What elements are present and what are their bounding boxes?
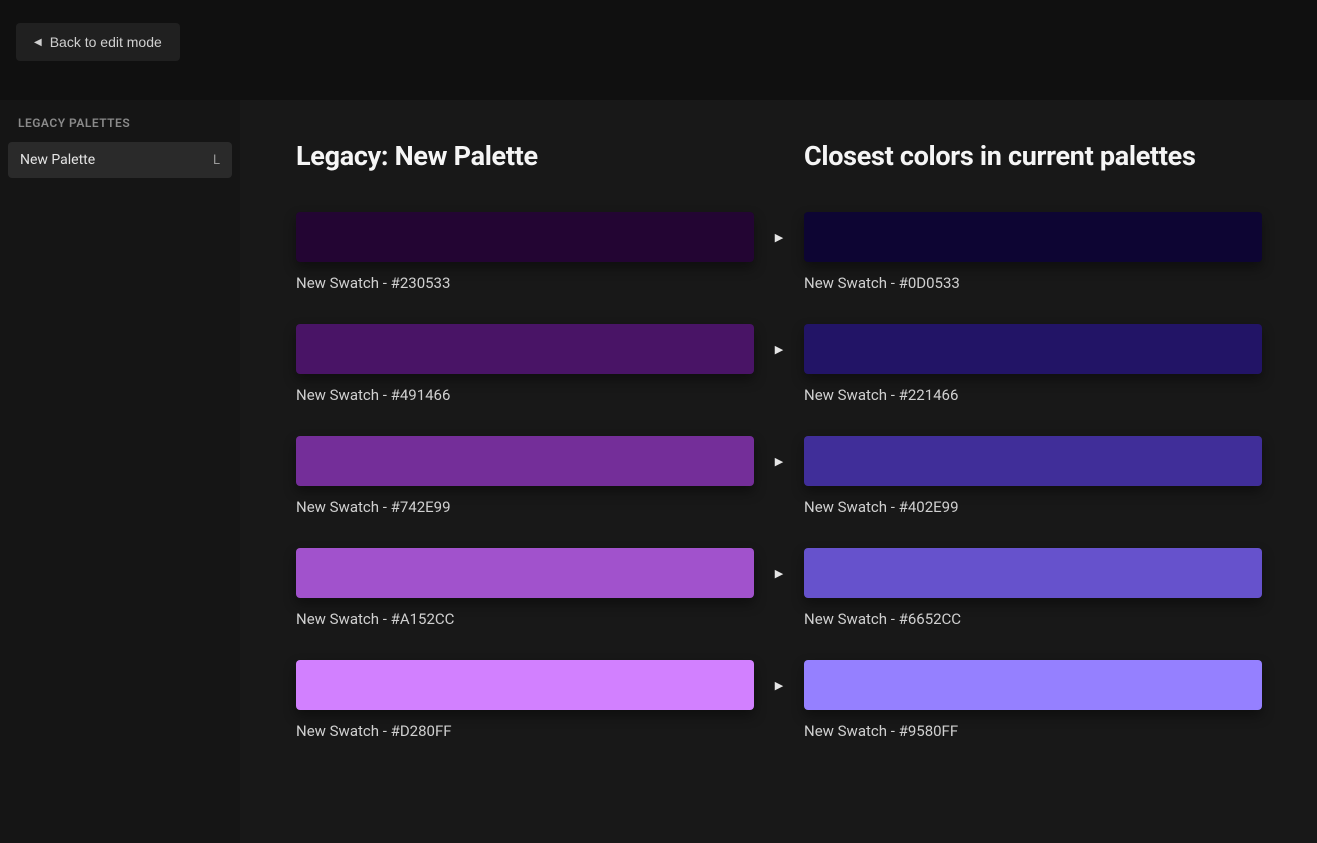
swatch-color[interactable] <box>296 660 754 710</box>
sidebar-heading: LEGACY PALETTES <box>8 116 232 142</box>
main-content: Legacy: New Palette Closest colors in cu… <box>240 100 1317 843</box>
back-button-label: Back to edit mode <box>50 34 162 50</box>
triangle-left-icon: ◀ <box>34 37 42 48</box>
swatch-color[interactable] <box>804 436 1262 486</box>
back-to-edit-button[interactable]: ◀ Back to edit mode <box>16 23 180 61</box>
legacy-swatch: New Swatch - #742E99 <box>296 436 754 516</box>
swatch-color[interactable] <box>804 548 1262 598</box>
sidebar: LEGACY PALETTES New Palette L <box>0 100 240 843</box>
swatch-label: New Swatch - #402E99 <box>804 498 1262 516</box>
legacy-swatch: New Swatch - #A152CC <box>296 548 754 628</box>
triangle-right-icon: ▶ <box>754 660 804 710</box>
closest-swatch: New Swatch - #6652CC <box>804 548 1262 628</box>
closest-swatch: New Swatch - #221466 <box>804 324 1262 404</box>
swatch-label: New Swatch - #D280FF <box>296 722 754 740</box>
legacy-swatch: New Swatch - #230533 <box>296 212 754 292</box>
swatch-label: New Swatch - #6652CC <box>804 610 1262 628</box>
swatch-label: New Swatch - #491466 <box>296 386 754 404</box>
sidebar-item-label: New Palette <box>20 152 95 168</box>
swatch-label: New Swatch - #221466 <box>804 386 1262 404</box>
closest-swatch: New Swatch - #0D0533 <box>804 212 1262 292</box>
closest-column-title: Closest colors in current palettes <box>804 140 1262 172</box>
swatch-color[interactable] <box>804 324 1262 374</box>
header: ◀ Back to edit mode <box>0 0 1317 100</box>
swatch-color[interactable] <box>804 212 1262 262</box>
triangle-right-icon: ▶ <box>754 324 804 374</box>
sidebar-item-new-palette[interactable]: New Palette L <box>8 142 232 178</box>
sidebar-item-badge: L <box>213 153 220 168</box>
closest-swatch: New Swatch - #9580FF <box>804 660 1262 740</box>
swatch-label: New Swatch - #9580FF <box>804 722 1262 740</box>
swatch-color[interactable] <box>296 324 754 374</box>
legacy-swatch: New Swatch - #D280FF <box>296 660 754 740</box>
triangle-right-icon: ▶ <box>754 548 804 598</box>
triangle-right-icon: ▶ <box>754 436 804 486</box>
triangle-right-icon: ▶ <box>754 212 804 262</box>
legacy-column-title: Legacy: New Palette <box>296 140 754 172</box>
swatch-color[interactable] <box>296 212 754 262</box>
swatch-label: New Swatch - #742E99 <box>296 498 754 516</box>
swatch-label: New Swatch - #0D0533 <box>804 274 1262 292</box>
swatch-label: New Swatch - #230533 <box>296 274 754 292</box>
legacy-swatch: New Swatch - #491466 <box>296 324 754 404</box>
swatch-label: New Swatch - #A152CC <box>296 610 754 628</box>
closest-swatch: New Swatch - #402E99 <box>804 436 1262 516</box>
swatch-color[interactable] <box>804 660 1262 710</box>
swatch-color[interactable] <box>296 548 754 598</box>
swatch-color[interactable] <box>296 436 754 486</box>
